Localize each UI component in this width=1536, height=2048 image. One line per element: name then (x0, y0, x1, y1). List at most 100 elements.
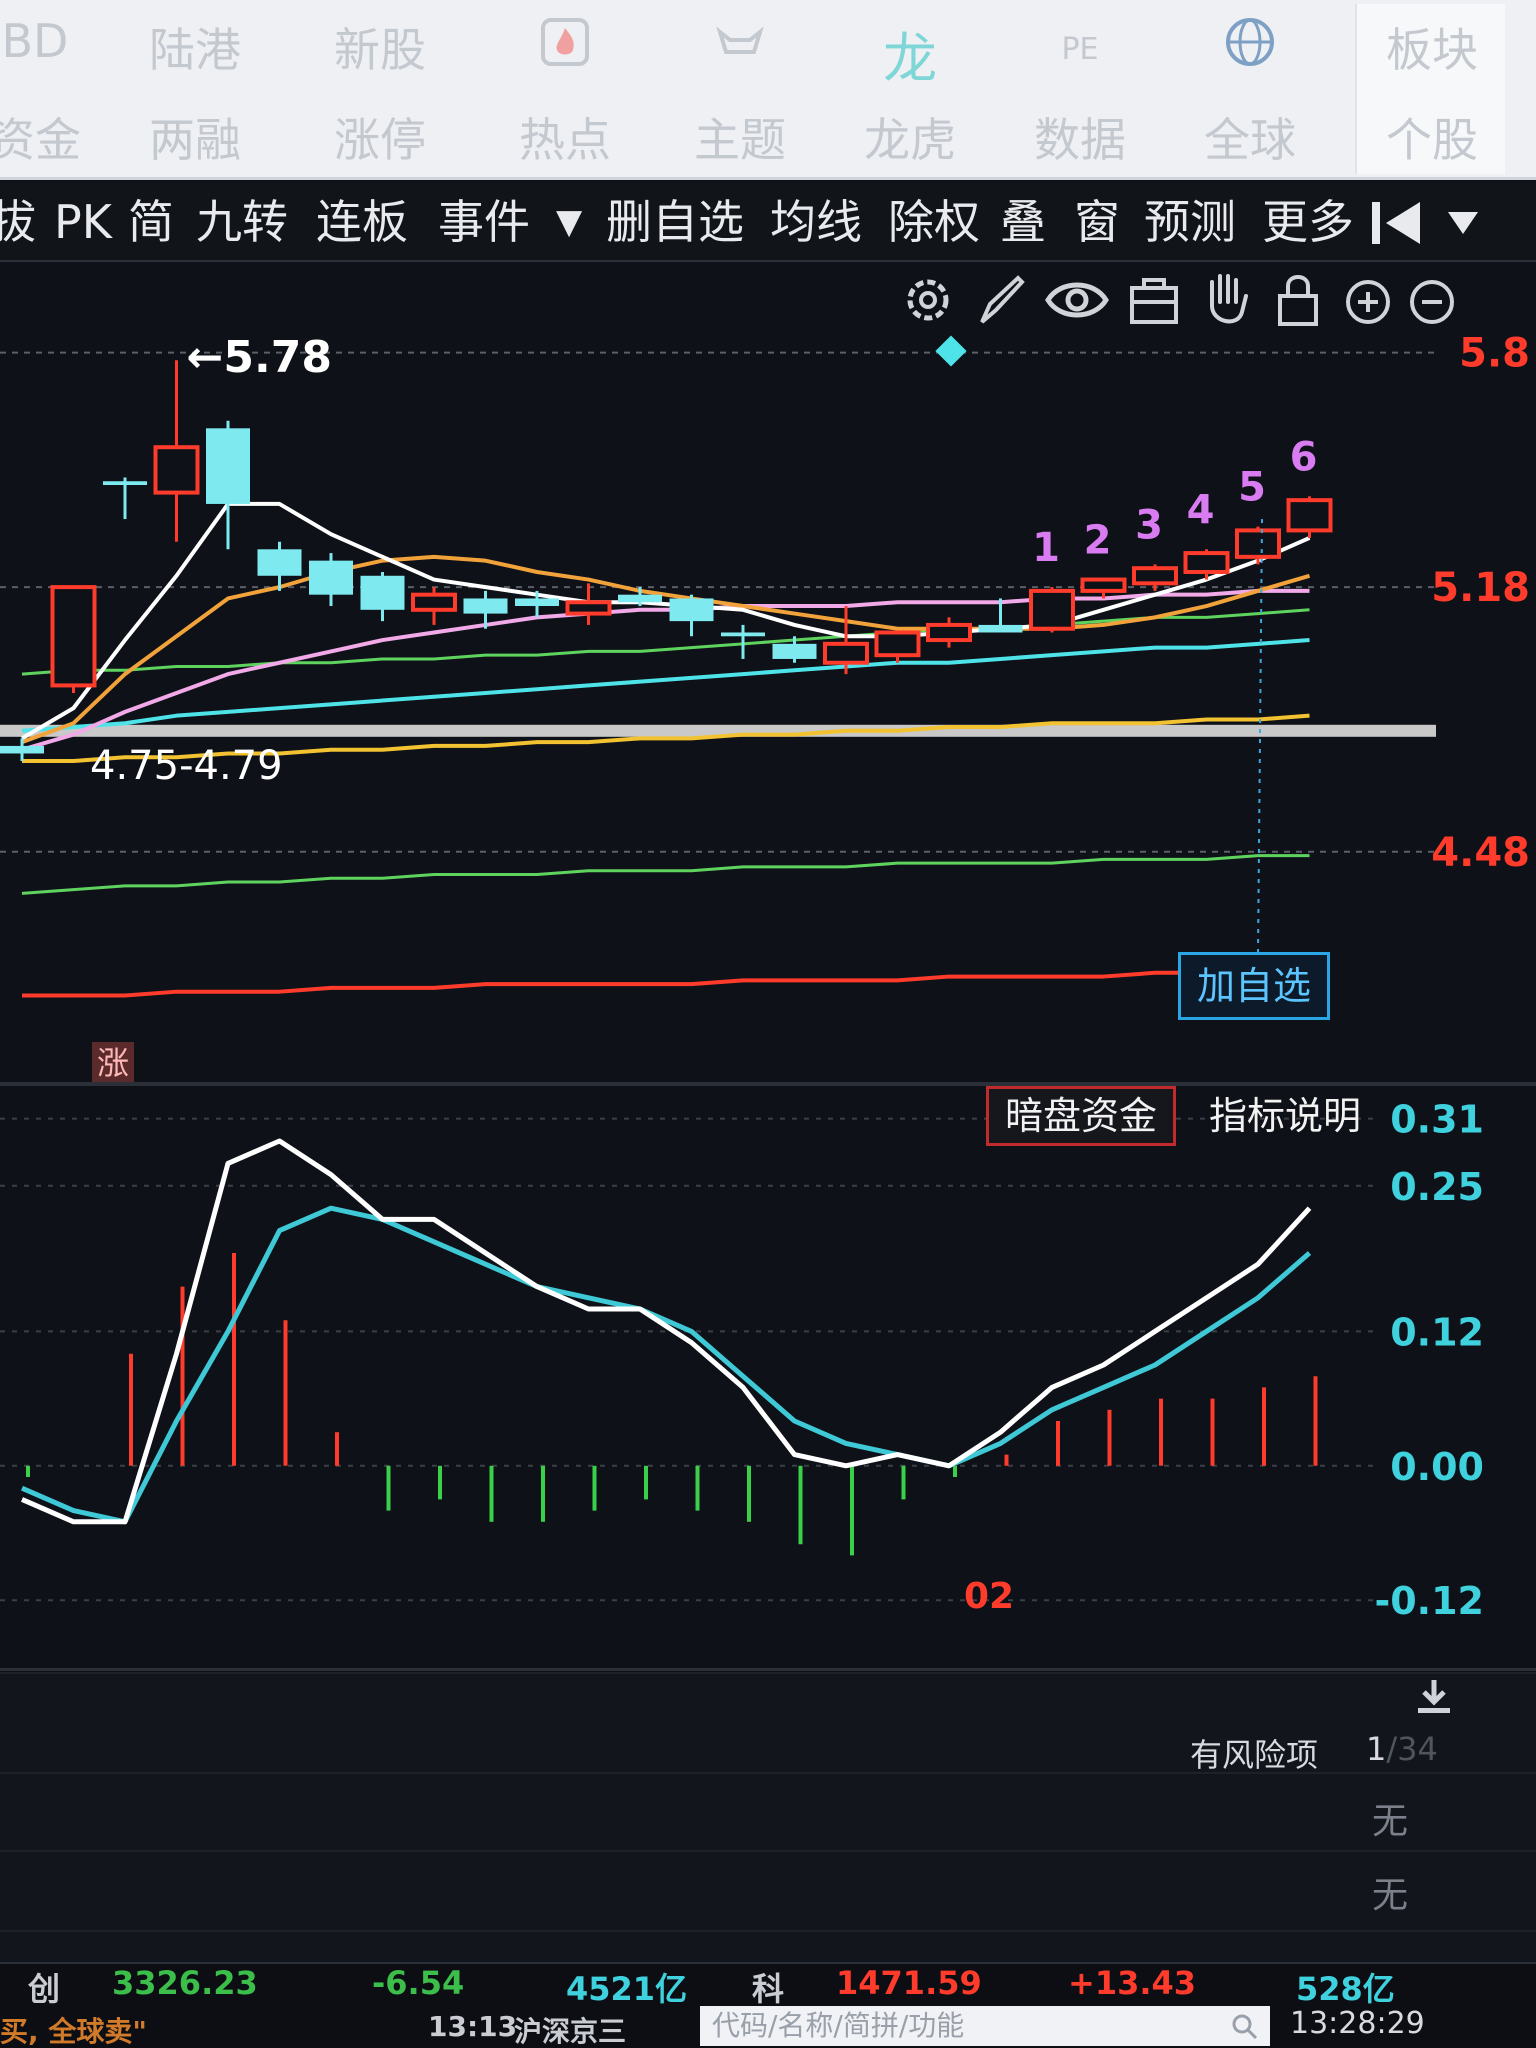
nav-item-longhu[interactable]: 龙 龙虎 (835, 4, 985, 174)
toolbar-item-remove-fav[interactable]: 删自选 (606, 182, 744, 262)
risk-count-value: 1 (1366, 1730, 1387, 1768)
chevron-down-icon[interactable] (1446, 210, 1480, 236)
briefcase-icon[interactable] (1126, 268, 1182, 332)
nine-turn-count: 2 (1084, 518, 1112, 564)
tab-indicator-help[interactable]: 指标说明 (1190, 1086, 1380, 1146)
tab-anpan-funds[interactable]: 暗盘资金 (986, 1086, 1176, 1146)
ma250-line (21, 854, 1310, 895)
risk-items-label: 有风险项 (1190, 1736, 1319, 1774)
toolbar-item-forecast[interactable]: 预测 (1144, 182, 1236, 262)
nav-item-bottom-label: 个股 (1386, 113, 1478, 167)
candle-body (565, 600, 612, 616)
candle (874, 630, 921, 663)
nav-item-bottom-label: 涨停 (334, 113, 426, 167)
candle-body (823, 641, 869, 665)
signal-diamond (935, 335, 967, 367)
zoom-out-icon[interactable] (1404, 268, 1460, 332)
gear-icon[interactable] (900, 268, 956, 332)
clock: 13:28:29 (1290, 2006, 1425, 2041)
candle (0, 738, 44, 762)
candle (50, 585, 97, 693)
candle-body (874, 630, 921, 658)
ticker-left: 买, 全球卖" (0, 2015, 147, 2048)
zoom-in-icon[interactable] (1340, 268, 1396, 332)
top-navigation: BD 资金 陆港 两融 新股 涨停 热点 主题 龙 龙虎 PE 数据 全球 板块… (0, 0, 1536, 180)
collapse-left-icon[interactable] (1370, 198, 1426, 248)
candle-body (1183, 551, 1230, 574)
price-axis-label-1: 5.18 (1431, 565, 1530, 611)
toolbar-item-more[interactable]: 更多 (1262, 182, 1354, 262)
risk-items-count: 1/34 (1366, 1730, 1438, 1768)
chuang-index-change: -6.54 (372, 1964, 465, 2002)
candle (1235, 526, 1281, 565)
nav-item-lugang[interactable]: 陆港 两融 (120, 4, 270, 174)
download-icon[interactable] (1414, 1676, 1454, 1716)
dragon-icon: 龙 (883, 27, 937, 90)
risk-row-value: 无 (1372, 1801, 1409, 1842)
toolbar-item-pk[interactable]: PK (54, 182, 112, 262)
eye-icon[interactable] (1044, 268, 1110, 332)
search-icon[interactable] (1230, 2012, 1258, 2040)
nav-item-bottom-label: 两融 (149, 113, 241, 167)
toolbar-item-chuquan[interactable]: 除权 (888, 182, 980, 262)
candle (669, 594, 714, 637)
candle-body (1286, 498, 1333, 533)
nav-item-hotspot[interactable]: 热点 (490, 4, 640, 174)
candle-body (618, 594, 662, 603)
date-axis-label: 02 (964, 1576, 1015, 1617)
search-placeholder: 代码/名称/简拼/功能 (712, 2009, 965, 2042)
candle (103, 477, 147, 520)
candle-body (103, 481, 147, 486)
macd-chart[interactable]: 0.31 0.25 0.12 0.00 -0.12 (0, 1085, 1536, 1645)
nine-turn-count: 5 (1238, 465, 1266, 511)
bull-icon (716, 26, 764, 54)
nav-item-bankuai[interactable]: 板块 个股 (1355, 4, 1505, 174)
candle (515, 590, 559, 618)
pen-icon[interactable] (972, 268, 1028, 332)
toolbar-dropdown-arrow[interactable]: ▼ (556, 182, 582, 262)
ticker-text: 沪深京三 (514, 2015, 627, 2048)
nav-item-theme[interactable]: 主题 (665, 4, 815, 174)
range-annotation: 4.75-4.79 (90, 743, 283, 789)
nav-item-xingu[interactable]: 新股 涨停 (305, 4, 455, 174)
toolbar-item-window[interactable]: 窗 (1074, 182, 1120, 262)
toolbar-item-ba[interactable]: 拔 (0, 182, 36, 262)
toolbar-item-ma[interactable]: 均线 (770, 182, 862, 262)
candle (823, 606, 869, 675)
nine-turn-count: 3 (1135, 502, 1163, 548)
pe-icon: PE (1061, 32, 1099, 67)
nine-turn-count: 6 (1290, 434, 1318, 480)
ma30-line (21, 608, 1310, 676)
ke-index-value: 1471.59 (836, 1964, 982, 2002)
candle-body (669, 598, 714, 622)
nav-item-bottom-label: 主题 (694, 113, 786, 167)
search-input[interactable]: 代码/名称/简拼/功能 (700, 2006, 1270, 2046)
nav-item-top-label: 新股 (334, 23, 426, 77)
nav-item-bd[interactable]: BD 资金 (0, 4, 110, 174)
macd-axis-label-3: 0.00 (1390, 1445, 1484, 1489)
toolbar-item-overlay[interactable]: 叠 (1000, 182, 1046, 262)
macd-axis-label-2: 0.12 (1390, 1310, 1484, 1354)
candle-body (411, 592, 457, 612)
toolbar-item-lianban[interactable]: 连板 (316, 182, 408, 262)
toolbar-item-jian[interactable]: 简 (128, 182, 174, 262)
add-favorite-button[interactable]: 加自选 (1178, 952, 1330, 1020)
lock-icon[interactable] (1270, 268, 1326, 332)
candle-body (309, 560, 353, 595)
macd-axis-label-0: 0.31 (1390, 1098, 1484, 1142)
nav-item-top-label: 板块 (1386, 23, 1478, 77)
hand-icon[interactable] (1198, 268, 1254, 332)
nav-item-bottom-label: 全球 (1204, 113, 1296, 167)
ma60-line (21, 638, 1310, 733)
nav-item-global[interactable]: 全球 (1175, 4, 1325, 174)
fire-icon (541, 18, 589, 66)
risk-row-value: 无 (1372, 1875, 1409, 1916)
ticker-time: 13:13 (428, 2010, 518, 2043)
toolbar-item-jiuzhuan[interactable]: 九转 (196, 182, 288, 262)
candle (360, 571, 405, 622)
nav-item-data[interactable]: PE 数据 (1005, 4, 1155, 174)
toolbar-item-shijian[interactable]: 事件 (438, 182, 530, 262)
macd-axis-label-4: -0.12 (1374, 1579, 1484, 1623)
nav-item-top-label: BD (1, 14, 69, 68)
candle (153, 360, 200, 542)
